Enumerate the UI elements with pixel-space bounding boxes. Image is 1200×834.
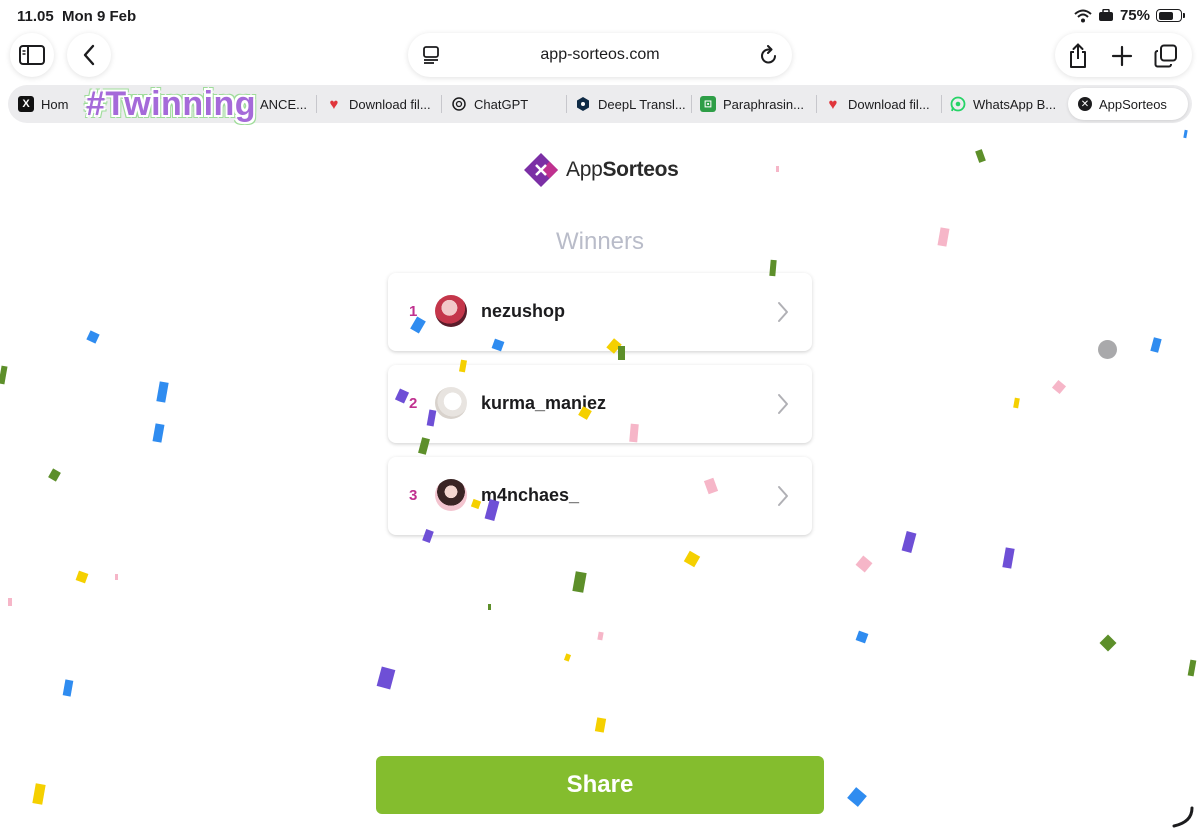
tab-label: DeepL Transl...: [598, 96, 686, 112]
assistive-touch-dot[interactable]: [1098, 340, 1117, 359]
chevron-left-icon: [83, 44, 95, 66]
sidebar-icon: [19, 45, 45, 65]
tab-ance[interactable]: ANCE...: [260, 85, 315, 123]
winner-card[interactable]: 3 m4nchaes_: [388, 457, 812, 535]
confetti-piece: [855, 630, 869, 644]
avatar: [435, 387, 467, 419]
confetti-piece: [152, 423, 165, 443]
confetti-piece: [901, 531, 917, 553]
battery-icon: [1156, 9, 1185, 22]
sidebar-button[interactable]: [10, 33, 54, 77]
confetti-piece: [156, 381, 169, 403]
battery-percent: 75%: [1119, 7, 1150, 24]
tab-label: Hom: [41, 96, 69, 112]
tab-whatsapp[interactable]: WhatsApp B...: [950, 85, 1062, 123]
tab-paraphrasing[interactable]: ⊡ Paraphrasin...: [700, 85, 812, 123]
confetti-piece: [563, 653, 572, 662]
winner-username: nezushop: [481, 301, 565, 321]
appsorteos-logo: AppSorteos: [524, 153, 679, 187]
confetti-piece: [597, 631, 604, 641]
chevron-right-icon: [778, 394, 788, 414]
confetti-piece: [594, 717, 607, 733]
back-button[interactable]: [67, 33, 111, 77]
avatar: [435, 479, 467, 511]
tab-appsorteos-active[interactable]: ✕ AppSorteos: [1068, 88, 1188, 120]
confetti-piece: [776, 166, 779, 172]
chevron-right-icon: [778, 302, 788, 322]
confetti-piece: [1002, 547, 1015, 569]
confetti-piece: [847, 787, 867, 807]
confetti-piece: [8, 598, 12, 606]
confetti-piece: [618, 346, 625, 360]
logo-prefix: App: [566, 158, 603, 181]
twinning-sticker: #Twinning: [86, 85, 257, 123]
resize-corner-icon: [1172, 806, 1194, 828]
logo-suffix: Sorteos: [602, 158, 679, 181]
tab-deepl[interactable]: DeepL Transl...: [575, 85, 687, 123]
confetti-piece: [488, 604, 491, 610]
confetti-piece: [1183, 129, 1188, 139]
tab-label: WhatsApp B...: [973, 96, 1057, 112]
confetti-piece: [1051, 379, 1067, 395]
confetti-piece: [62, 679, 74, 697]
tab-label: Paraphrasin...: [723, 96, 804, 112]
heart-icon: ♥: [828, 95, 838, 113]
wifi-icon: [1074, 9, 1092, 22]
confetti-piece: [975, 149, 986, 163]
confetti-piece: [86, 330, 100, 344]
reload-icon[interactable]: [760, 45, 778, 65]
status-right: 75%: [1074, 7, 1185, 24]
confetti-piece: [683, 550, 701, 568]
confetti-piece: [32, 783, 46, 805]
appsorteos-logo-icon: [524, 153, 558, 187]
confetti-piece: [376, 666, 396, 690]
close-icon[interactable]: ✕: [1078, 97, 1092, 111]
tab-label: Download fil...: [349, 96, 431, 112]
winner-card[interactable]: 1 nezushop: [388, 273, 812, 351]
confetti-piece: [1013, 397, 1020, 409]
tab-label: AppSorteos: [1099, 96, 1167, 112]
winner-card[interactable]: 2 kurma_maniez: [388, 365, 812, 443]
tab-label: Download fil...: [848, 96, 930, 112]
confetti-piece: [1099, 634, 1117, 652]
confetti-piece: [48, 468, 61, 482]
deepl-icon: [577, 97, 589, 111]
status-date: Mon 9 Feb: [62, 8, 137, 25]
avatar: [435, 295, 467, 327]
confetti-piece: [1187, 659, 1197, 677]
status-bar: 11.05 Mon 9 Feb 75%: [0, 0, 1200, 32]
tab-x-home[interactable]: X Hom: [18, 85, 73, 123]
tab-label: ChatGPT: [474, 96, 529, 112]
status-time: 11.05: [17, 8, 54, 25]
address-bar[interactable]: app-sorteos.com: [408, 33, 792, 77]
tab-label: ANCE...: [260, 96, 307, 112]
confetti-piece: [0, 365, 8, 385]
confetti-piece: [115, 574, 118, 580]
tab-download-2[interactable]: ♥ Download fil...: [825, 85, 937, 123]
heart-icon: ♥: [329, 95, 339, 113]
confetti-piece: [855, 555, 873, 573]
chevron-right-icon: [778, 486, 788, 506]
logo-text: AppSorteos: [566, 158, 679, 182]
tab-chatgpt[interactable]: ChatGPT: [451, 85, 561, 123]
confetti-piece: [572, 571, 587, 593]
whatsapp-icon: [950, 96, 966, 112]
share-icon[interactable]: [1067, 43, 1089, 69]
tab-download-1[interactable]: ♥ Download fil...: [326, 85, 438, 123]
winners-heading: Winners: [555, 228, 645, 255]
share-button[interactable]: Share: [376, 756, 824, 814]
winner-rank: 2: [409, 395, 418, 412]
briefcase-icon: [1098, 9, 1113, 21]
toolbar-actions: [1055, 33, 1192, 77]
url-text[interactable]: app-sorteos.com: [408, 46, 792, 64]
confetti-piece: [1150, 337, 1162, 353]
winner-rank: 3: [409, 487, 418, 504]
confetti-piece: [629, 423, 639, 443]
x-logo-icon: X: [18, 96, 34, 112]
new-tab-icon[interactable]: [1111, 45, 1133, 67]
confetti-piece: [75, 570, 89, 584]
robot-icon: ⊡: [700, 96, 716, 112]
tab-overview-icon[interactable]: [1154, 44, 1178, 68]
chatgpt-icon: [452, 97, 466, 111]
